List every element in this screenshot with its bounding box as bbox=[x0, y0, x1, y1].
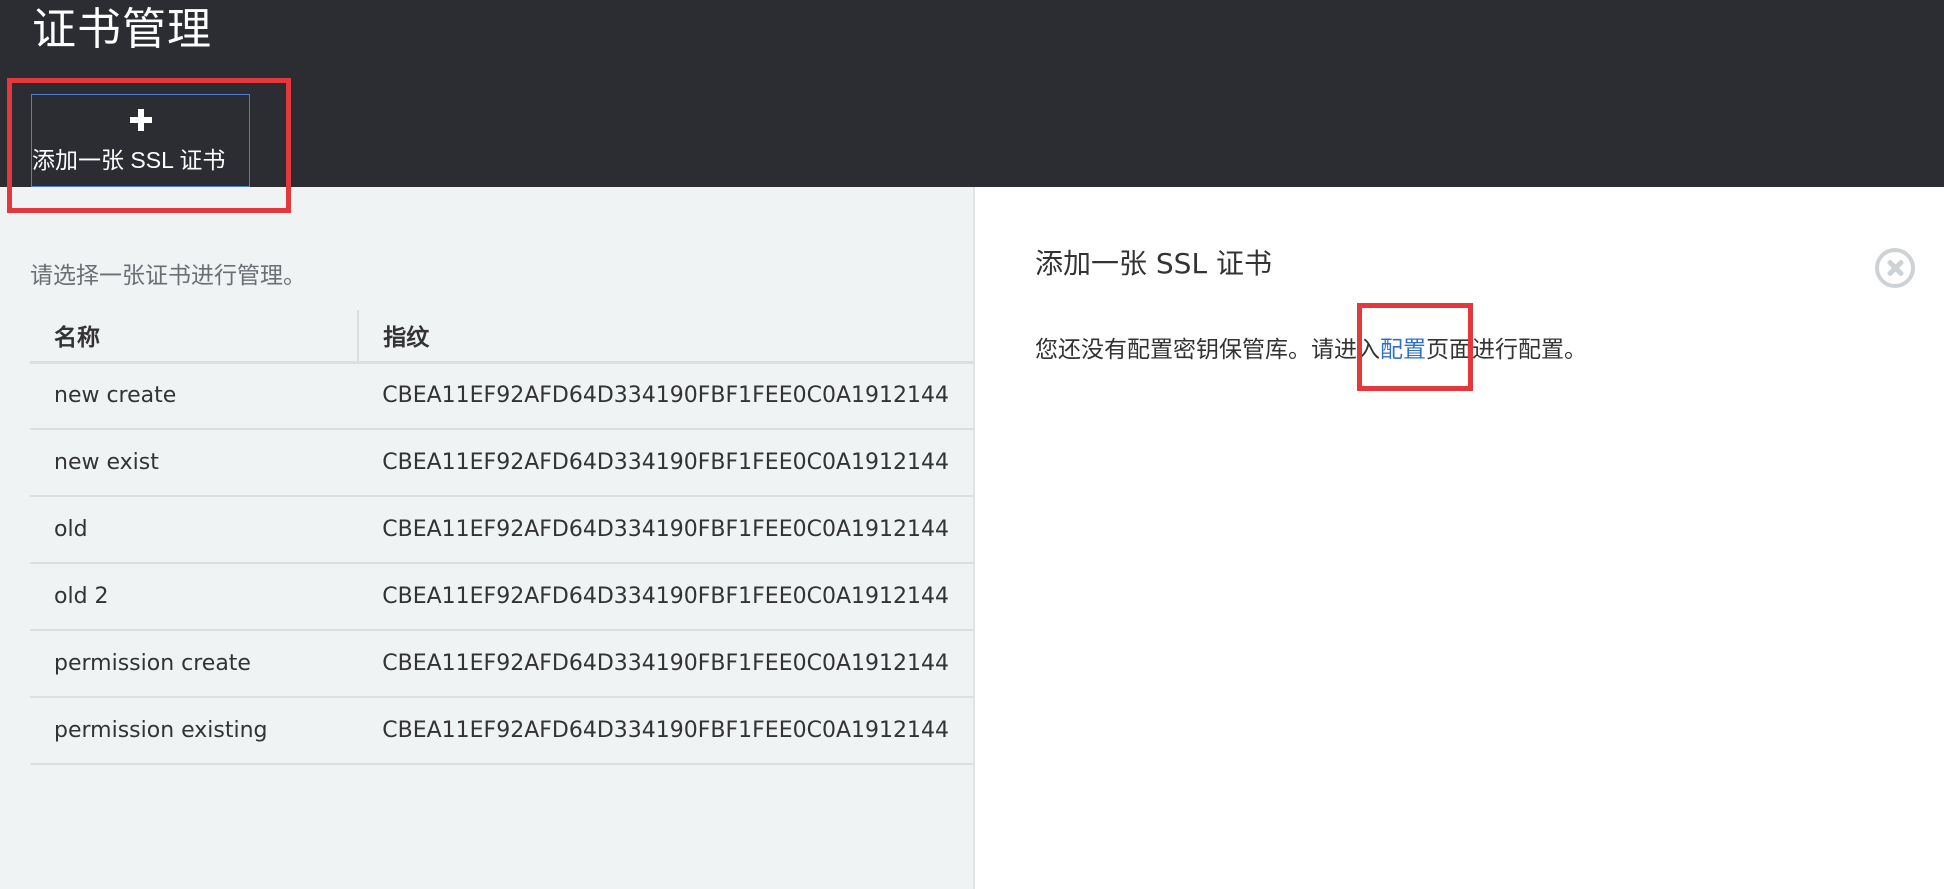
app-header: 证书管理 添加一张 SSL 证书 bbox=[0, 0, 1944, 187]
column-header-fingerprint: 指纹 bbox=[358, 310, 973, 364]
table-row[interactable]: new exist CBEA11EF92AFD64D334190FBF1FEE0… bbox=[30, 429, 973, 497]
column-header-name: 名称 bbox=[30, 310, 360, 364]
table-header-row: 名称 指纹 bbox=[30, 310, 973, 364]
vault-not-configured-message: 您还没有配置密钥保管库。请进入配置页面进行配置。 bbox=[1035, 335, 1587, 365]
table-row[interactable]: new create CBEA11EF92AFD64D334190FBF1FEE… bbox=[30, 362, 973, 430]
cert-name-cell: permission create bbox=[30, 630, 359, 698]
cert-name-cell: permission existing bbox=[30, 697, 359, 765]
cert-name-cell: new create bbox=[30, 362, 359, 430]
cert-name-cell: new exist bbox=[30, 429, 359, 497]
cert-fingerprint-cell: CBEA11EF92AFD64D334190FBF1FEE0C0A1912144 bbox=[358, 496, 973, 564]
message-text-after: 页面进行配置。 bbox=[1426, 337, 1587, 363]
certificate-table: 名称 指纹 new create CBEA11EF92AFD64D334190F… bbox=[30, 310, 973, 765]
cert-fingerprint-cell: CBEA11EF92AFD64D334190FBF1FEE0C0A1912144 bbox=[358, 697, 973, 765]
cert-fingerprint-cell: CBEA11EF92AFD64D334190FBF1FEE0C0A1912144 bbox=[358, 563, 973, 631]
page-title: 证书管理 bbox=[32, 4, 212, 55]
message-text-before: 您还没有配置密钥保管库。请进入 bbox=[1035, 337, 1380, 363]
instruction-text: 请选择一张证书进行管理。 bbox=[30, 263, 306, 289]
cert-name-cell: old 2 bbox=[30, 563, 359, 631]
plus-icon bbox=[129, 109, 152, 131]
close-icon[interactable] bbox=[1875, 248, 1915, 288]
cert-fingerprint-cell: CBEA11EF92AFD64D334190FBF1FEE0C0A1912144 bbox=[358, 429, 973, 497]
table-row[interactable]: permission existing CBEA11EF92AFD64D3341… bbox=[30, 697, 973, 765]
add-certificate-panel: 添加一张 SSL 证书 您还没有配置密钥保管库。请进入配置页面进行配置。 bbox=[975, 187, 1944, 889]
configuration-link[interactable]: 配置 bbox=[1380, 337, 1426, 363]
cert-fingerprint-cell: CBEA11EF92AFD64D334190FBF1FEE0C0A1912144 bbox=[358, 362, 973, 430]
table-row[interactable]: old CBEA11EF92AFD64D334190FBF1FEE0C0A191… bbox=[30, 496, 973, 564]
add-ssl-certificate-label: 添加一张 SSL 证书 bbox=[32, 147, 226, 173]
table-row[interactable]: permission create CBEA11EF92AFD64D334190… bbox=[30, 630, 973, 698]
add-ssl-certificate-button[interactable]: 添加一张 SSL 证书 bbox=[31, 94, 250, 187]
table-row[interactable]: old 2 CBEA11EF92AFD64D334190FBF1FEE0C0A1… bbox=[30, 563, 973, 631]
detail-title: 添加一张 SSL 证书 bbox=[1035, 247, 1272, 280]
certificate-list-panel: 请选择一张证书进行管理。 名称 指纹 new create CBEA11EF92… bbox=[0, 187, 973, 889]
cert-name-cell: old bbox=[30, 496, 359, 564]
cert-fingerprint-cell: CBEA11EF92AFD64D334190FBF1FEE0C0A1912144 bbox=[358, 630, 973, 698]
